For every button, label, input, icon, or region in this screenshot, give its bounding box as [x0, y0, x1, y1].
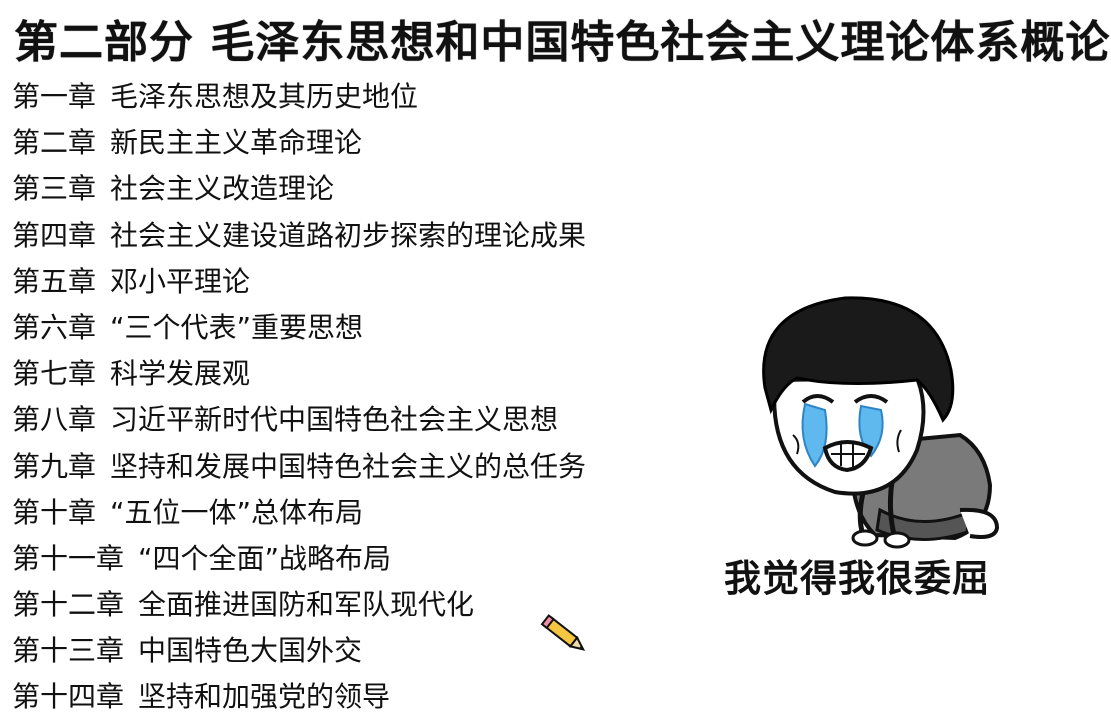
chapter-number: 第十二章 [12, 588, 125, 622]
chapter-title: “五位一体”总体布局 [110, 495, 364, 529]
chapter-number: 第七章 [12, 357, 97, 391]
chapter-title: 坚持和发展中国特色社会主义的总任务 [110, 449, 587, 483]
list-item: 第十三章 中国特色大国外交 [12, 628, 586, 674]
page-title: 第二部分 毛泽东思想和中国特色社会主义理论体系概论 [14, 17, 1111, 68]
list-item: 第十一章 “四个全面”战略布局 [12, 536, 586, 582]
chapter-number: 第十章 [12, 495, 97, 529]
chapter-title: 邓小平理论 [110, 264, 251, 298]
list-item: 第九章 坚持和发展中国特色社会主义的总任务 [12, 444, 586, 490]
chapter-number: 第八章 [12, 403, 97, 437]
chapter-number: 第六章 [12, 310, 97, 344]
chapter-title: 社会主义改造理论 [110, 172, 335, 206]
list-item: 第十四章 坚持和加强党的领导 [12, 674, 586, 720]
chapter-number: 第十三章 [12, 634, 125, 668]
list-item: 第五章 邓小平理论 [12, 259, 586, 305]
chapter-list: 第一章 毛泽东思想及其历史地位 第二章 新民主主义革命理论 第三章 社会主义改造理论 … [12, 74, 586, 721]
chapter-number: 第三章 [12, 172, 97, 206]
list-item: 第十二章 全面推进国防和军队现代化 [12, 582, 586, 628]
chapter-title: 中国特色大国外交 [138, 634, 363, 668]
list-item: 第八章 习近平新时代中国特色社会主义思想 [12, 397, 586, 443]
chapter-title: 社会主义建设道路初步探索的理论成果 [110, 218, 587, 252]
chapter-title: 新民主主义革命理论 [110, 126, 363, 160]
chapter-number: 第五章 [12, 264, 97, 298]
chapter-number: 第四章 [12, 218, 97, 252]
chapter-number: 第九章 [12, 449, 97, 483]
chapter-number: 第一章 [12, 80, 97, 113]
list-item: 第二章 新民主主义革命理论 [12, 120, 586, 166]
chapter-number: 第十四章 [12, 680, 125, 714]
list-item: 第三章 社会主义改造理论 [12, 166, 586, 212]
chapter-title: 毛泽东思想及其历史地位 [110, 80, 419, 113]
chapter-title: “四个全面”战略布局 [138, 541, 392, 575]
list-item: 第一章 毛泽东思想及其历史地位 [12, 74, 586, 120]
chapter-number: 第二章 [12, 126, 97, 160]
chapter-title: 科学发展观 [110, 357, 251, 391]
meme-caption: 我觉得我很委屈 [724, 557, 990, 600]
pencil-cursor-icon [540, 614, 586, 651]
chapter-title: 全面推进国防和军队现代化 [138, 588, 475, 622]
list-item: 第七章 科学发展观 [12, 351, 586, 397]
chapter-title: 坚持和加强党的领导 [138, 680, 391, 714]
list-item: 第四章 社会主义建设道路初步探索的理论成果 [12, 213, 586, 259]
list-item: 第十章 “五位一体”总体布局 [12, 490, 586, 536]
list-item: 第六章 “三个代表”重要思想 [12, 305, 586, 351]
chapter-number: 第十一章 [12, 541, 125, 575]
chapter-title: 习近平新时代中国特色社会主义思想 [110, 403, 559, 437]
chapter-title: “三个代表”重要思想 [110, 310, 364, 344]
